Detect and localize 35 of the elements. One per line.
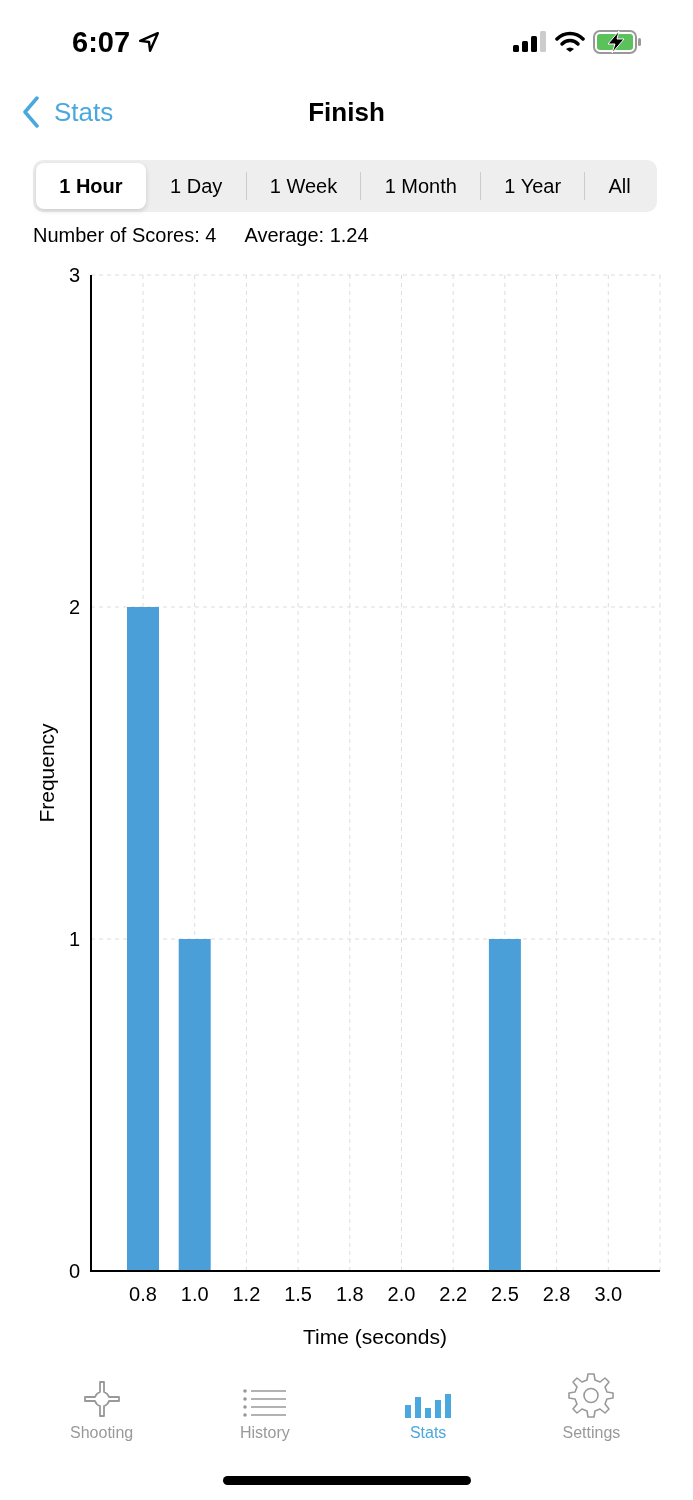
y-tick-label: 0 (68, 1260, 80, 1282)
x-tick-label: 1.8 (335, 1283, 364, 1305)
chevron-left-icon (22, 96, 40, 128)
y-tick-label: 2 (68, 596, 80, 618)
y-axis-title: Frequency (35, 723, 58, 823)
x-tick-label: 2.2 (439, 1283, 468, 1305)
range-tab[interactable]: All (585, 163, 654, 209)
location-arrow-icon (138, 31, 161, 53)
settings-icon (568, 1372, 615, 1418)
x-tick-label: 1.0 (180, 1283, 209, 1305)
range-tab[interactable]: 1 Week (246, 163, 361, 209)
score-count: Number of Scores: 4 (33, 224, 217, 248)
status-time: 6:07 (72, 25, 131, 59)
y-tick-label: 1 (68, 928, 80, 950)
x-tick-label: 2.0 (387, 1283, 416, 1305)
battery-charging-icon (593, 30, 643, 54)
range-tab[interactable]: 1 Month (361, 163, 481, 209)
crosshair-icon (82, 1380, 121, 1418)
range-tab[interactable]: 1 Year (481, 163, 585, 209)
wifi-icon (555, 31, 585, 53)
bar-chart-icon (405, 1394, 452, 1418)
list-icon (242, 1388, 287, 1418)
x-tick-label: 1.5 (284, 1283, 312, 1305)
x-tick-label: 3.0 (594, 1283, 623, 1305)
signal-icon (513, 31, 547, 53)
range-tab[interactable]: 1 Hour (36, 163, 146, 209)
x-tick-label: 2.5 (491, 1283, 519, 1305)
range-tab[interactable]: 1 Day (146, 163, 246, 209)
x-tick-label: 2.8 (542, 1283, 571, 1305)
x-tick-label: 1.2 (232, 1283, 261, 1305)
average-score: Average: 1.24 (244, 224, 369, 248)
x-tick-label: 0.8 (129, 1283, 157, 1305)
x-axis-title: Time (seconds) (303, 1325, 447, 1348)
screen-title: Finish (308, 96, 385, 128)
y-tick-label: 3 (68, 264, 80, 286)
